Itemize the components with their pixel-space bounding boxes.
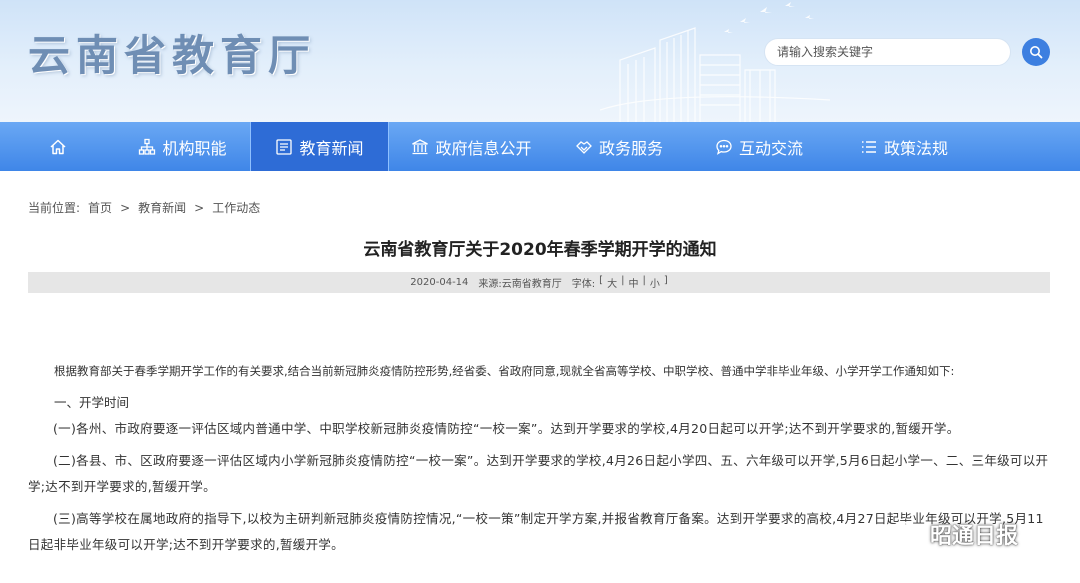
breadcrumb-separator: > bbox=[120, 200, 131, 215]
watermark-text: 昭通日报 bbox=[930, 524, 1019, 549]
nav-label-interaction: 互动交流 bbox=[738, 138, 803, 158]
article-paragraph-2: (二)各县、市、区政府要逐一评估区域内小学新冠肺炎疫情防控“一校一案”。达到开学… bbox=[28, 453, 1049, 494]
font-size-large[interactable]: 大 bbox=[607, 275, 617, 290]
nav-home[interactable] bbox=[0, 122, 115, 171]
breadcrumb-education-news[interactable]: 教育新闻 bbox=[138, 199, 186, 216]
wechat-icon bbox=[891, 521, 922, 545]
nav-label-institutions: 机构职能 bbox=[162, 138, 227, 158]
breadcrumb: 当前位置: 首页 > 教育新闻 > 工作动态 bbox=[28, 199, 260, 216]
list-icon bbox=[860, 138, 878, 156]
font-size-small[interactable]: 小 bbox=[650, 275, 660, 290]
font-size-label: 字体: bbox=[571, 279, 596, 290]
breadcrumb-separator: > bbox=[194, 200, 205, 215]
site-header: 云南省教育厅 bbox=[0, 0, 1080, 122]
nav-item-education-news[interactable]: 教育新闻 bbox=[250, 122, 389, 171]
nav-label-gov-info: 政府信息公开 bbox=[435, 138, 532, 158]
search-icon bbox=[1030, 46, 1043, 59]
watermark: 昭通日报 bbox=[890, 518, 1018, 550]
home-icon bbox=[49, 138, 67, 156]
main-nav: 机构职能 教育新闻 政府信息公开 政务服务 互动交流 政策法规 bbox=[0, 122, 1080, 171]
handshake-icon bbox=[575, 138, 593, 156]
article-date: 2020-04-14 bbox=[410, 277, 469, 288]
nav-label-education-news: 教育新闻 bbox=[299, 138, 364, 158]
section-heading: 一、开学时间 bbox=[54, 395, 130, 410]
font-size-medium[interactable]: 中 bbox=[628, 275, 638, 290]
article-title: 云南省教育厅关于2020年春季学期开学的通知 bbox=[363, 240, 717, 260]
nav-item-gov-service[interactable]: 政务服务 bbox=[554, 122, 684, 171]
chat-bubble-icon bbox=[715, 138, 733, 156]
nav-label-gov-service: 政务服务 bbox=[598, 138, 663, 158]
government-building-icon bbox=[411, 138, 429, 156]
breadcrumb-prefix: 当前位置: bbox=[28, 201, 81, 215]
article-paragraph-1: (一)各州、市政府要逐一评估区域内普通中学、中职学校新冠肺炎疫情防控“一校一案”… bbox=[53, 421, 960, 436]
site-title[interactable]: 云南省教育厅 bbox=[28, 22, 316, 83]
article-meta: 2020-04-14 来源:云南省教育厅 字体: [ 大 | 中 | 小 ] bbox=[28, 272, 1050, 293]
article-intro: 根据教育部关于春季学期开学工作的有关要求,结合当前新冠肺炎疫情防控形势,经省委、… bbox=[54, 364, 955, 378]
breadcrumb-work-news[interactable]: 工作动态 bbox=[212, 199, 260, 216]
breadcrumb-home[interactable]: 首页 bbox=[88, 199, 112, 216]
nav-item-institutions[interactable]: 机构职能 bbox=[115, 122, 250, 171]
nav-item-policy[interactable]: 政策法规 bbox=[834, 122, 974, 171]
font-size-controls: 字体: [ 大 | 中 | 小 ] bbox=[571, 275, 668, 290]
nav-item-interaction[interactable]: 互动交流 bbox=[684, 122, 834, 171]
newspaper-icon bbox=[275, 138, 293, 156]
search-box bbox=[764, 38, 1011, 66]
search-input[interactable] bbox=[777, 39, 1010, 65]
org-chart-icon bbox=[138, 138, 156, 156]
article-source: 来源:云南省教育厅 bbox=[478, 279, 562, 290]
search-button[interactable] bbox=[1022, 38, 1050, 66]
nav-item-gov-info[interactable]: 政府信息公开 bbox=[389, 122, 554, 171]
nav-label-policy: 政策法规 bbox=[883, 138, 948, 158]
